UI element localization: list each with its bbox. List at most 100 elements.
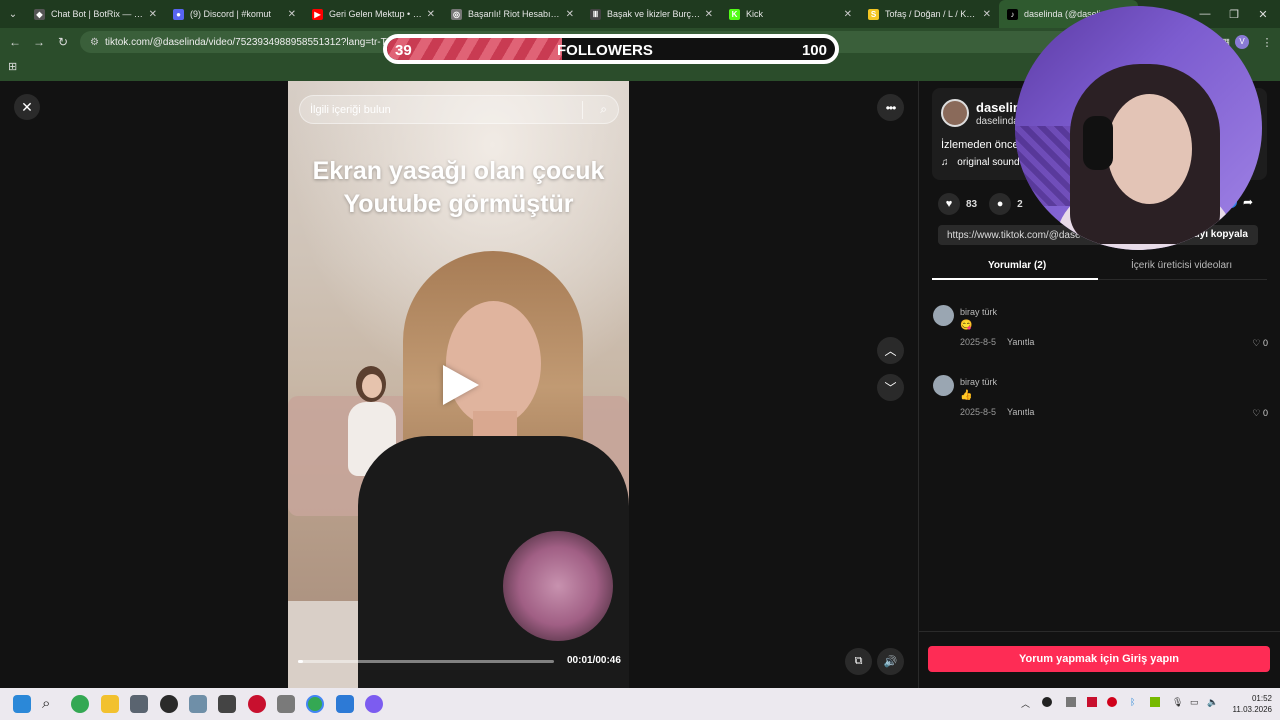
browser-tab[interactable]: Ⅲ Başak ve İkizler Burç Uyum ✕ [582,0,721,28]
reply-button[interactable]: Yanıtla [1007,337,1034,347]
video-time: 00:01/00:46 [567,655,621,666]
like-count: 83 [966,198,978,210]
tab-label: Başak ve İkizler Burç Uyum [607,9,701,19]
site-info-icon[interactable]: ⚙ [90,37,99,48]
author-handle[interactable]: daselinda [976,116,1019,127]
system-clock[interactable]: 01:52 11.03.2026 [1228,693,1272,715]
video-caption-line1: Ekran yasağı olan çocuk [312,157,605,185]
comment-text: 😋 [960,320,973,331]
video-progress-bar[interactable] [298,660,554,663]
webcam-face [1107,94,1192,204]
commenter-name[interactable]: biray türk [960,307,997,317]
back-icon[interactable]: ← [3,30,27,54]
browser-menu-icon[interactable]: ⋮ [1252,28,1280,56]
followers-goal-fill [387,38,562,60]
login-to-comment-button[interactable]: Yorum yapmak için Giriş yapın [928,646,1270,672]
tab-close-icon[interactable]: ✕ [149,9,157,20]
profile-avatar[interactable]: V [1235,35,1249,49]
maximize-icon[interactable]: ❐ [1219,0,1249,28]
browser-tab[interactable]: S Tofaş / Doğan / L / Kusur ✕ [860,0,999,28]
obs-icon[interactable] [160,695,178,713]
tab-close-icon[interactable]: ✕ [288,9,296,20]
author-avatar[interactable] [941,99,969,127]
video-description: İzlemeden önce [941,139,1019,151]
nvidia-icon[interactable] [1150,697,1160,707]
microphone-icon[interactable]: 🎙 [1172,697,1183,708]
tab-favicon-icon: K [729,8,740,20]
tab-creator-videos[interactable]: İçerik üreticisi videoları [1131,260,1232,271]
tab-label: Geri Gelen Mektup • Gülr [329,9,423,19]
app-gray-icon[interactable] [277,695,295,713]
screen: ⌄ ◆ Chat Bot | BotRix — Clou ✕ ● (9) Discord… [0,0,1280,720]
sound-name: original sound [957,157,1020,168]
volume-button[interactable]: 🔊 [877,648,904,675]
tray-valorant-icon[interactable] [1087,697,1097,707]
tray-drive-icon[interactable] [1066,697,1076,707]
tab-close-icon[interactable]: ✕ [427,9,435,20]
tab-favicon-icon: ● [173,8,184,20]
taskbar-search-icon[interactable]: ⌕ [42,695,60,713]
tab-close-icon[interactable]: ✕ [566,9,574,20]
share-icon[interactable]: ➦ [1243,195,1253,209]
heart-icon: ♥ [938,193,960,215]
related-search-input[interactable]: İlgili içeriği bulun ⌕ [299,95,619,124]
windows-start-icon[interactable] [13,695,31,713]
commenter-avatar[interactable] [933,305,954,326]
discord-icon[interactable] [365,695,383,713]
chrome-active-icon[interactable] [306,695,324,713]
tab-close-icon[interactable]: ✕ [983,9,991,20]
file-explorer-icon[interactable] [101,695,119,713]
tab-search-icon[interactable]: ⌄ [0,0,26,28]
shirt-print [503,531,613,641]
comment-date: 2025-8-5 [960,337,997,347]
network-icon[interactable]: ▭ [1190,697,1199,708]
pip-icon: ⧉ [854,655,863,667]
apps-grid-icon[interactable]: ⊞ [8,60,17,73]
comment-like-count: 0 [1262,338,1268,348]
sound-link[interactable]: ♫ original sound [941,157,1020,168]
tray-red-icon[interactable] [1107,697,1117,707]
clock-time: 01:52 [1251,694,1272,703]
browser-tab[interactable]: ◎ Başarılı! Riot Hesabın Artık ✕ [443,0,582,28]
comment-icon: ● [989,193,1012,215]
tab-close-icon[interactable]: ✕ [705,9,713,20]
next-video-button[interactable]: ﹀ [877,374,904,401]
browser-tab[interactable]: ▶ Geri Gelen Mektup • Gülr ✕ [304,0,443,28]
followers-current: 39 [395,42,412,59]
video-progress-fill [298,660,304,663]
window-close-icon[interactable]: ✕ [1248,0,1278,28]
camera-app-icon[interactable] [130,695,148,713]
search-icon[interactable]: ⌕ [600,102,607,117]
browser-tab[interactable]: ● (9) Discord | #komut ✕ [165,0,304,28]
browser-tab[interactable]: K Kick ✕ [721,0,860,28]
picture-in-picture-button[interactable]: ⧉ [845,648,872,675]
tab-comments[interactable]: Yorumlar (2) [988,260,1046,271]
commenter-name[interactable]: biray türk [960,377,997,387]
reply-button[interactable]: Yanıtla [1007,407,1034,417]
forward-icon[interactable]: → [27,30,51,54]
reload-icon[interactable]: ↻ [51,30,75,54]
bluetooth-icon[interactable]: ᛒ [1130,697,1135,707]
play-icon[interactable] [443,365,479,405]
tray-chevron-icon[interactable]: ︿ [1021,697,1030,710]
previous-video-button[interactable]: ︿ [877,337,904,364]
tray-app-icon[interactable] [1042,697,1052,707]
app-red-icon[interactable] [248,695,266,713]
more-options-button[interactable]: ••• [877,94,904,121]
calculator-icon[interactable] [218,695,236,713]
like-button[interactable]: ♥ 83 [938,193,977,215]
chrome-icon[interactable] [71,695,89,713]
speaker-icon[interactable]: 🔈 [1207,697,1218,708]
app-blue-icon[interactable] [336,695,354,713]
comment-like-button[interactable]: ♡ 0 [1252,338,1268,349]
author-name[interactable]: daselin [976,100,1021,115]
followers-goal-bar: 39 FOLLOWERS 100 [383,34,839,64]
tab-close-icon[interactable]: ✕ [844,9,852,20]
photos-icon[interactable] [189,695,207,713]
browser-tab[interactable]: ◆ Chat Bot | BotRix — Clou ✕ [26,0,165,28]
close-video-button[interactable]: ✕ [14,94,40,120]
commenter-avatar[interactable] [933,375,954,396]
panel-tabs: Yorumlar (2) İçerik üreticisi videoları [932,255,1267,280]
comment-like-button[interactable]: ♡ 0 [1252,408,1268,419]
panel-divider [918,631,1280,632]
